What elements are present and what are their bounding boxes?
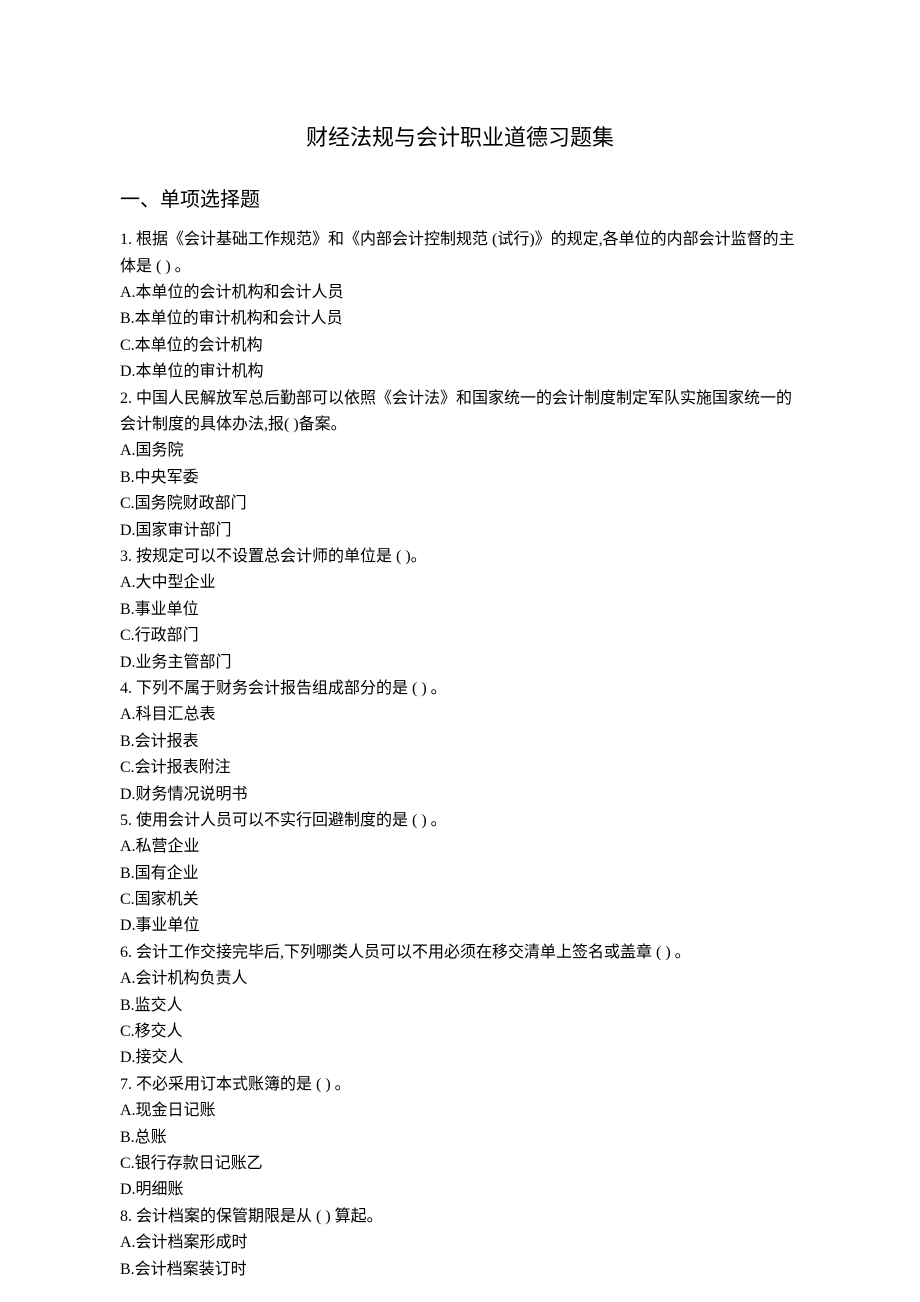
question-5: 5. 使用会计人员可以不实行回避制度的是 ( ) 。 A.私营企业 B.国有企业… — [120, 808, 800, 940]
option-a: A.会计机构负责人 — [120, 966, 800, 992]
document-title: 财经法规与会计职业道德习题集 — [120, 120, 800, 156]
option-b: B.会计档案装订时 — [120, 1257, 800, 1283]
question-text: 4. 下列不属于财务会计报告组成部分的是 ( ) 。 — [120, 676, 800, 702]
option-a: A.会计档案形成时 — [120, 1230, 800, 1256]
option-b: B.国有企业 — [120, 861, 800, 887]
section-heading: 一、单项选择题 — [120, 184, 800, 217]
option-d: D.业务主管部门 — [120, 650, 800, 676]
option-c: C.移交人 — [120, 1019, 800, 1045]
option-c: C.国务院财政部门 — [120, 491, 800, 517]
option-d: D.明细账 — [120, 1177, 800, 1203]
question-4: 4. 下列不属于财务会计报告组成部分的是 ( ) 。 A.科目汇总表 B.会计报… — [120, 676, 800, 808]
question-3: 3. 按规定可以不设置总会计师的单位是 ( )。 A.大中型企业 B.事业单位 … — [120, 544, 800, 676]
option-a: A.科目汇总表 — [120, 702, 800, 728]
question-text: 1. 根据《会计基础工作规范》和《内部会计控制规范 (试行)》的规定,各单位的内… — [120, 227, 800, 280]
option-c: C.国家机关 — [120, 887, 800, 913]
option-a: A.国务院 — [120, 438, 800, 464]
question-8: 8. 会计档案的保管期限是从 ( ) 算起。 A.会计档案形成时 B.会计档案装… — [120, 1204, 800, 1283]
option-a: A.现金日记账 — [120, 1098, 800, 1124]
question-text: 7. 不必采用订本式账簿的是 ( ) 。 — [120, 1072, 800, 1098]
option-d: D.国家审计部门 — [120, 518, 800, 544]
option-b: B.中央军委 — [120, 465, 800, 491]
document-page: 财经法规与会计职业道德习题集 一、单项选择题 1. 根据《会计基础工作规范》和《… — [0, 0, 920, 1302]
question-2: 2. 中国人民解放军总后勤部可以依照《会计法》和国家统一的会计制度制定军队实施国… — [120, 386, 800, 544]
option-b: B.本单位的审计机构和会计人员 — [120, 306, 800, 332]
question-1: 1. 根据《会计基础工作规范》和《内部会计控制规范 (试行)》的规定,各单位的内… — [120, 227, 800, 385]
option-a: A.本单位的会计机构和会计人员 — [120, 280, 800, 306]
option-c: C.银行存款日记账乙 — [120, 1151, 800, 1177]
option-d: D.事业单位 — [120, 913, 800, 939]
question-text: 3. 按规定可以不设置总会计师的单位是 ( )。 — [120, 544, 800, 570]
option-b: B.监交人 — [120, 993, 800, 1019]
question-text: 2. 中国人民解放军总后勤部可以依照《会计法》和国家统一的会计制度制定军队实施国… — [120, 386, 800, 439]
option-c: C.行政部门 — [120, 623, 800, 649]
option-c: C.本单位的会计机构 — [120, 333, 800, 359]
option-b: B.事业单位 — [120, 597, 800, 623]
option-b: B.会计报表 — [120, 729, 800, 755]
question-text: 5. 使用会计人员可以不实行回避制度的是 ( ) 。 — [120, 808, 800, 834]
option-a: A.大中型企业 — [120, 570, 800, 596]
option-d: D.本单位的审计机构 — [120, 359, 800, 385]
option-b: B.总账 — [120, 1125, 800, 1151]
question-text: 6. 会计工作交接完毕后,下列哪类人员可以不用必须在移交清单上签名或盖章 ( )… — [120, 940, 800, 966]
option-d: D.接交人 — [120, 1045, 800, 1071]
option-d: D.财务情况说明书 — [120, 782, 800, 808]
question-7: 7. 不必采用订本式账簿的是 ( ) 。 A.现金日记账 B.总账 C.银行存款… — [120, 1072, 800, 1204]
question-text: 8. 会计档案的保管期限是从 ( ) 算起。 — [120, 1204, 800, 1230]
question-6: 6. 会计工作交接完毕后,下列哪类人员可以不用必须在移交清单上签名或盖章 ( )… — [120, 940, 800, 1072]
option-a: A.私营企业 — [120, 834, 800, 860]
option-c: C.会计报表附注 — [120, 755, 800, 781]
